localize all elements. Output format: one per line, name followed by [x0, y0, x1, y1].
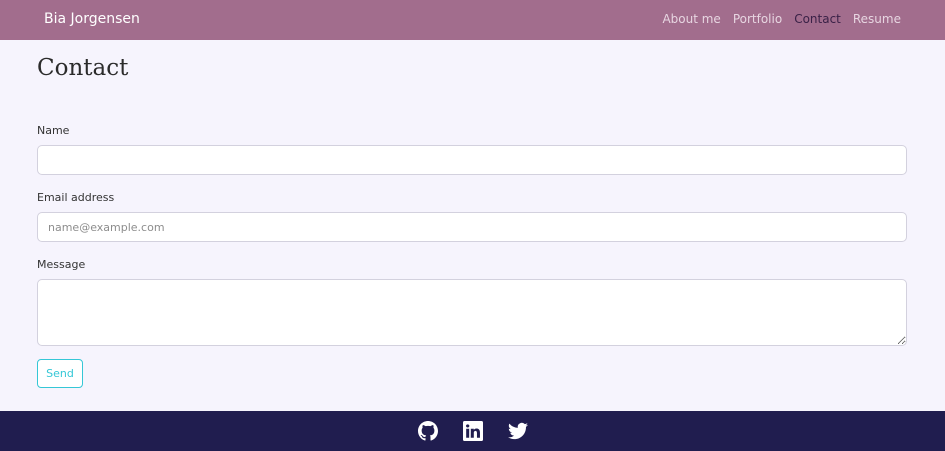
- email-label: Email address: [37, 191, 115, 204]
- name-input[interactable]: [37, 145, 907, 175]
- send-button[interactable]: Send: [37, 359, 83, 388]
- nav-link-about-me[interactable]: About me: [662, 12, 720, 26]
- email-input[interactable]: [37, 212, 907, 242]
- footer: [0, 411, 945, 451]
- top-navbar: Bia Jorgensen About me Portfolio Contact…: [0, 0, 945, 40]
- nav-link-portfolio[interactable]: Portfolio: [733, 12, 782, 26]
- nav-link-contact[interactable]: Contact: [794, 12, 841, 26]
- brand-link[interactable]: Bia Jorgensen: [44, 11, 140, 27]
- linkedin-icon[interactable]: [462, 421, 483, 441]
- github-icon[interactable]: [417, 421, 438, 441]
- twitter-icon[interactable]: [507, 421, 528, 441]
- message-label: Message: [37, 258, 86, 271]
- name-label: Name: [37, 124, 70, 137]
- nav-link-resume[interactable]: Resume: [853, 12, 901, 26]
- message-textarea[interactable]: [37, 279, 907, 346]
- nav-links: About me Portfolio Contact Resume: [662, 12, 901, 26]
- page-title: Contact: [37, 55, 129, 81]
